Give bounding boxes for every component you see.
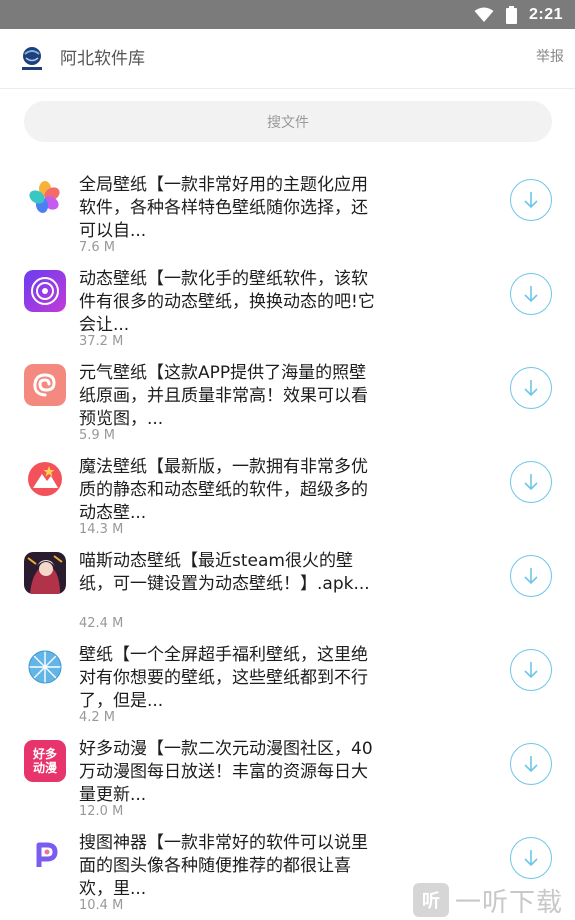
download-button[interactable]: [510, 179, 552, 221]
item-title: 喵斯动态壁纸【最近steam很火的壁纸，可一键设置为动态壁纸！】.apk...: [79, 551, 370, 594]
download-button[interactable]: [510, 743, 552, 785]
item-title: 魔法壁纸【最新版，一款拥有非常多优质的静态和动态壁纸的软件，超级多的动态壁...: [79, 457, 368, 523]
download-button[interactable]: [510, 649, 552, 691]
app-title: 阿北软件库: [60, 49, 145, 69]
download-arrow-icon: [524, 380, 538, 397]
anime-character-icon: [24, 552, 66, 594]
item-title: 搜图神器【一款非常好的软件可以说里面的图头像各种随便推荐的都很让喜欢，里...: [79, 833, 368, 899]
list-item[interactable]: 喵斯动态壁纸【最近steam很火的壁纸，可一键设置为动态壁纸！】.apk... …: [0, 536, 575, 631]
status-time: 2:21: [528, 5, 563, 23]
download-button[interactable]: [510, 461, 552, 503]
item-title: 壁纸【一个全屏超手福利壁纸，这里绝对有你想要的壁纸，这些壁纸都到不行了，但是..…: [79, 645, 368, 711]
download-arrow-icon: [524, 474, 538, 491]
mountain-star-icon: [24, 458, 66, 500]
download-arrow-icon: [524, 568, 538, 585]
search-input[interactable]: 搜文件: [24, 101, 552, 142]
haoduo-dongman-icon: 好多 动漫: [24, 740, 66, 782]
status-bar: 2:21: [0, 0, 575, 29]
item-title: 元气壁纸【这款APP提供了海量的照壁纸原画，并且质量非常高！效果可以看预览图，.…: [79, 363, 368, 429]
download-arrow-icon: [524, 662, 538, 679]
app-logo-icon: [14, 41, 50, 77]
item-size: 4.2 M: [79, 710, 116, 725]
list-item[interactable]: 动态壁纸【一款化手的壁纸软件，该软件有很多的动态壁纸，换换动态的吧!它会让...…: [0, 254, 575, 349]
download-button[interactable]: [510, 367, 552, 409]
watermark-badge-icon: 听: [413, 883, 449, 917]
concentric-circle-icon: [24, 270, 66, 312]
item-size: 7.6 M: [79, 240, 116, 255]
item-size: 14.3 M: [79, 522, 124, 537]
umbrella-icon: [24, 646, 66, 688]
watermark-badge-text: 听: [422, 891, 440, 912]
status-right: 2:21: [474, 0, 563, 29]
item-size: 42.4 M: [79, 616, 124, 631]
item-title: 好多动漫【一款二次元动漫图社区，40万动漫图每日放送！丰富的资源每日大量更新..…: [79, 739, 373, 805]
download-arrow-icon: [524, 192, 538, 209]
item-size: 12.0 M: [79, 804, 124, 819]
download-button[interactable]: [510, 555, 552, 597]
item-size: 37.2 M: [79, 334, 124, 349]
download-button[interactable]: [510, 837, 552, 879]
list-item[interactable]: 元气壁纸【这款APP提供了海量的照壁纸原画，并且质量非常高！效果可以看预览图，.…: [0, 348, 575, 443]
petal-flower-icon: [24, 176, 66, 218]
swirl-icon: [24, 364, 66, 406]
item-size: 5.9 M: [79, 428, 116, 443]
download-button[interactable]: [510, 273, 552, 315]
item-title: 全局壁纸【一款非常好用的主题化应用软件，各种各样特色壁纸随你选择，还可以自...: [79, 175, 368, 241]
search-placeholder: 搜文件: [267, 114, 309, 131]
download-arrow-icon: [524, 756, 538, 773]
wifi-icon: [474, 7, 494, 22]
item-size: 10.4 M: [79, 898, 124, 913]
icon-text-bottom: 动漫: [32, 760, 57, 775]
app-bar: 阿北软件库 举报: [0, 29, 575, 89]
p-letter-icon: [24, 834, 66, 876]
report-button[interactable]: 举报: [536, 29, 564, 85]
list-item[interactable]: 好多 动漫 好多动漫【一款二次元动漫图社区，40万动漫图每日放送！丰富的资源每日…: [0, 724, 575, 819]
item-title: 动态壁纸【一款化手的壁纸软件，该软件有很多的动态壁纸，换换动态的吧!它会让...: [79, 269, 375, 335]
list-item[interactable]: 壁纸【一个全屏超手福利壁纸，这里绝对有你想要的壁纸，这些壁纸都到不行了，但是..…: [0, 630, 575, 725]
watermark: 听 一听下载: [413, 882, 573, 918]
download-arrow-icon: [524, 286, 538, 303]
watermark-text: 一听下载: [455, 887, 564, 918]
list-item[interactable]: 魔法壁纸【最新版，一款拥有非常多优质的静态和动态壁纸的软件，超级多的动态壁...…: [0, 442, 575, 537]
list-item[interactable]: 全局壁纸【一款非常好用的主题化应用软件，各种各样特色壁纸随你选择，还可以自...…: [0, 160, 575, 255]
icon-text-top: 好多: [32, 746, 57, 761]
battery-icon: [505, 5, 517, 24]
download-arrow-icon: [524, 850, 538, 867]
